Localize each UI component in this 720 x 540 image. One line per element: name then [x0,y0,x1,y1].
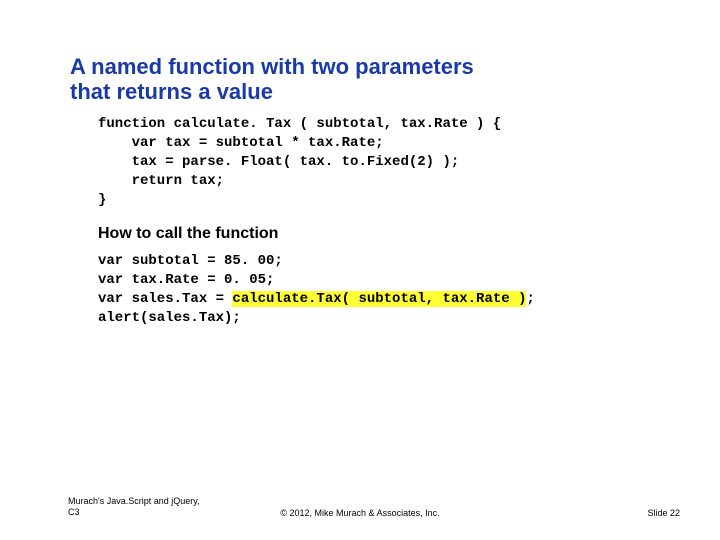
code-block-function: function calculate. Tax ( subtotal, tax.… [98,115,501,209]
slide-title: A named function with two parameters tha… [70,54,630,105]
code-line: tax = parse. Float( tax. to.Fixed(2) ); [98,154,459,170]
code-line: var sales.Tax = calculate.Tax( subtotal,… [98,291,535,307]
code-block-call: var subtotal = 85. 00; var tax.Rate = 0.… [98,252,535,328]
code-line: return tax; [98,173,224,189]
code-frag: var sales.Tax = [98,291,232,307]
title-line-1: A named function with two parameters [70,54,474,79]
code-line: } [98,192,106,208]
highlighted-call: calculate.Tax( subtotal, tax.Rate ) [232,291,526,307]
code-line: function calculate. Tax ( subtotal, tax.… [98,116,501,132]
code-line: var subtotal = 85. 00; [98,253,283,269]
footer-book-title: Murach's Java.Script and jQuery, [68,496,200,506]
code-line: alert(sales.Tax); [98,310,241,326]
code-line: var tax.Rate = 0. 05; [98,272,274,288]
code-frag: ; [526,291,534,307]
subheading: How to call the function [98,225,278,243]
footer-slide-number: Slide 22 [647,508,680,518]
slide: A named function with two parameters tha… [0,0,720,540]
title-line-2: that returns a value [70,79,273,104]
footer-copyright: © 2012, Mike Murach & Associates, Inc. [0,508,720,518]
code-line: var tax = subtotal * tax.Rate; [98,135,384,151]
